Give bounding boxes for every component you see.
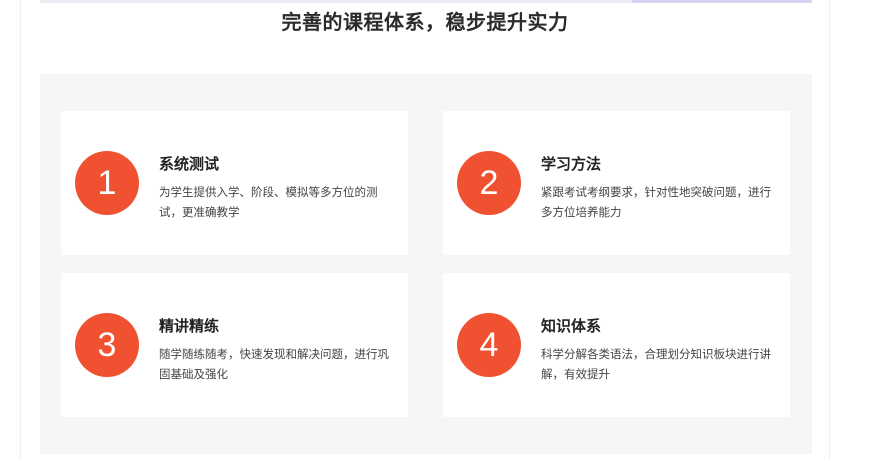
feature-description: 紧跟考试考纲要求，针对性地突破问题，进行多方位培养能力 [541,185,771,219]
feature-description: 为学生提供入学、阶段、模拟等多方位的测试，更准确教学 [159,185,378,219]
feature-number-badge: 1 [75,151,139,215]
feature-card-lecture-practice[interactable]: 3 精讲精练 随学随练随考，快速发现和解决问题，进行巩固基础及强化 [61,273,408,417]
feature-number-badge: 2 [457,151,521,215]
feature-description: 科学分解各类语法，合理划分知识板块进行讲解，有效提升 [541,347,771,381]
top-banner-accent [632,0,812,3]
feature-title: 知识体系 [541,317,602,335]
feature-title: 系统测试 [159,155,220,173]
feature-number-badge: 4 [457,313,521,377]
feature-title: 精讲精练 [159,317,220,335]
feature-card-study-method[interactable]: 2 学习方法 紧跟考试考纲要求，针对性地突破问题，进行多方位培养能力 [443,111,790,255]
features-panel: 1 系统测试 为学生提供入学、阶段、模拟等多方位的测试，更准确教学 2 学习方法… [40,74,812,454]
feature-card-system-test[interactable]: 1 系统测试 为学生提供入学、阶段、模拟等多方位的测试，更准确教学 [61,111,408,255]
feature-card-knowledge-system[interactable]: 4 知识体系 科学分解各类语法，合理划分知识板块进行讲解，有效提升 [443,273,790,417]
section-title: 完善的课程体系，稳步提升实力 [281,10,569,34]
feature-title: 学习方法 [541,155,602,173]
feature-description: 随学随练随考，快速发现和解决问题，进行巩固基础及强化 [159,347,389,381]
feature-number-badge: 3 [75,313,139,377]
